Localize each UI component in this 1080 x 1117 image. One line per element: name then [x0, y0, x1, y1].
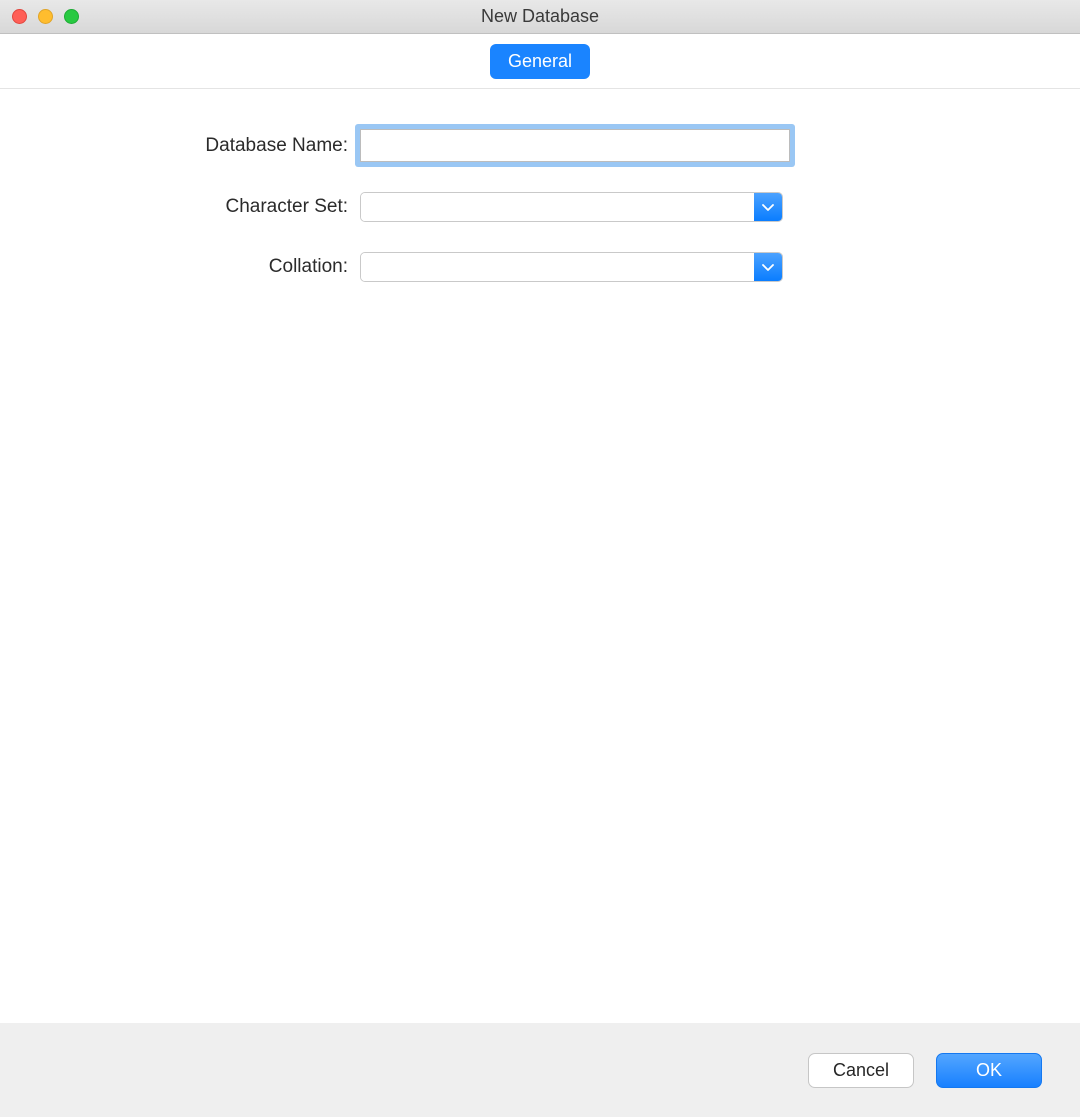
cancel-button[interactable]: Cancel: [808, 1053, 914, 1088]
window-title: New Database: [0, 6, 1080, 27]
character-set-dropdown-button[interactable]: [754, 193, 782, 221]
character-set-select[interactable]: [360, 192, 783, 222]
character-set-value: [361, 193, 754, 221]
chevron-down-icon: [762, 264, 774, 271]
database-name-input[interactable]: [360, 129, 790, 162]
label-collation: Collation:: [0, 256, 360, 278]
chevron-down-icon: [762, 204, 774, 211]
tab-row: General: [0, 34, 1080, 89]
collation-value: [361, 253, 754, 281]
label-database-name: Database Name:: [0, 135, 360, 157]
row-database-name: Database Name:: [0, 129, 1080, 162]
tab-general[interactable]: General: [490, 44, 590, 79]
ok-button[interactable]: OK: [936, 1053, 1042, 1088]
footer: Cancel OK: [0, 1023, 1080, 1117]
row-character-set: Character Set:: [0, 192, 1080, 222]
form-area: Database Name: Character Set: Collation:: [0, 89, 1080, 1023]
traffic-lights: [12, 9, 79, 24]
minimize-window-button[interactable]: [38, 9, 53, 24]
zoom-window-button[interactable]: [64, 9, 79, 24]
titlebar: New Database: [0, 0, 1080, 34]
collation-select[interactable]: [360, 252, 783, 282]
close-window-button[interactable]: [12, 9, 27, 24]
collation-dropdown-button[interactable]: [754, 253, 782, 281]
database-name-input-wrap: [360, 129, 790, 162]
label-character-set: Character Set:: [0, 196, 360, 218]
row-collation: Collation:: [0, 252, 1080, 282]
